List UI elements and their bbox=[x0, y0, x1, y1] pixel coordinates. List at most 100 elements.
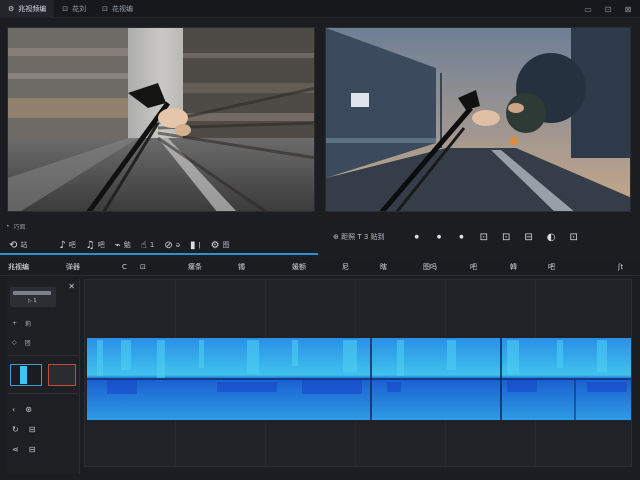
mode-tab-6-label: 镯 bbox=[238, 263, 245, 271]
output-preview-controls: ⊕ 距照 T 3 贴到 ● ● ● ⊡ ⊡ ⊟ ◐ ⊡ bbox=[322, 218, 640, 258]
mode-tab-12[interactable]: 韓 bbox=[510, 260, 517, 274]
tab-editor[interactable]: ⚙ 兆视频编 bbox=[0, 0, 55, 18]
waveform-graphic bbox=[87, 338, 631, 420]
sidebar-item-shape[interactable]: ◇ 团 bbox=[12, 338, 31, 347]
source-tool-4[interactable]: ⌁ 勉 bbox=[110, 238, 136, 252]
split-icon: ▮ bbox=[190, 239, 196, 251]
tab-editor-label: 兆视频编 bbox=[18, 4, 47, 13]
output-label-text: ⊕ 距照 T 3 贴到 bbox=[333, 233, 385, 241]
output-dot-3[interactable]: ● bbox=[454, 230, 468, 244]
sidebar-tool-2-glyph: ⊟ bbox=[28, 425, 36, 434]
audio-waveform-track[interactable] bbox=[87, 338, 631, 420]
export-icon: ⊡ bbox=[569, 231, 578, 243]
mode-tab-13-label: 吧 bbox=[548, 263, 555, 271]
output-preview[interactable] bbox=[325, 27, 631, 212]
output-label: ⊕ 距照 T 3 贴到 bbox=[328, 230, 390, 244]
close-icon[interactable]: ✕ bbox=[68, 282, 75, 291]
sidebar-item-shape-label: 团 bbox=[24, 340, 31, 347]
timeline-panel[interactable] bbox=[84, 279, 632, 468]
settings-icon: ⚙ bbox=[210, 239, 220, 251]
source-progress-bar[interactable] bbox=[0, 253, 318, 255]
source-marker-icon: • bbox=[6, 223, 10, 230]
mode-tab-13[interactable]: 吧 bbox=[548, 260, 555, 274]
sidebar-tool-1[interactable]: ‹ ⊛ bbox=[12, 405, 32, 414]
refresh-icon: ↻ bbox=[12, 425, 19, 434]
source-preview[interactable] bbox=[7, 27, 315, 212]
mode-tab-7-label: 媛额 bbox=[292, 263, 306, 271]
source-tool-8-label: 图 bbox=[222, 241, 230, 249]
collapse-icon: ⋖ bbox=[12, 445, 19, 454]
output-tool-6[interactable]: ⊟ bbox=[519, 230, 537, 244]
mode-tab-14[interactable]: ʃt bbox=[618, 260, 623, 274]
source-tool-1-label: 站 bbox=[20, 241, 28, 249]
mode-tab-14-label: ʃt bbox=[618, 263, 624, 271]
clip-marker bbox=[20, 366, 27, 384]
sidebar-tool-2[interactable]: ↻ ⊟ bbox=[12, 425, 35, 434]
source-tool-6[interactable]: ⊘ ǝ bbox=[159, 238, 185, 252]
source-tool-7[interactable]: ▮ ǀ bbox=[185, 238, 206, 252]
mode-tab-10-label: 图吗 bbox=[423, 263, 437, 271]
mode-tab-3-label: C bbox=[122, 263, 127, 271]
output-dot-1[interactable]: ● bbox=[410, 230, 424, 244]
shape-icon: ◇ bbox=[12, 339, 17, 346]
source-tool-5[interactable]: ☝ 1 bbox=[136, 238, 160, 252]
sidebar-item-add[interactable]: + 莉 bbox=[12, 319, 31, 328]
add-icon: + bbox=[12, 320, 18, 327]
tab-second-icon: ⊡ bbox=[62, 4, 69, 13]
mode-tab-2[interactable]: 弹器 bbox=[66, 260, 80, 274]
output-tool-8[interactable]: ⊡ bbox=[565, 230, 583, 244]
mask-icon: ⊘ bbox=[164, 239, 173, 251]
source-tool-5-label: 1 bbox=[149, 241, 155, 249]
restore-icon[interactable]: ⊡ bbox=[602, 3, 614, 15]
dot-icon: ● bbox=[459, 234, 464, 240]
rotate-icon: ⟲ bbox=[9, 239, 18, 251]
media-sidebar: ▷ 1 ✕ + 莉 ◇ 团 ‹ ⊛ ↻ ⊟ ⋖ ⊟ bbox=[6, 279, 80, 474]
tab-third-icon: ⊡ bbox=[102, 4, 109, 13]
mode-tab-10[interactable]: 图吗 bbox=[423, 260, 437, 274]
tab-third[interactable]: ⊡ 花视编 bbox=[94, 0, 141, 18]
source-tool-3[interactable]: ♫ 吧 bbox=[81, 238, 110, 252]
window-controls: ▭ ⊡ ⊠ bbox=[582, 3, 634, 15]
output-preview-image bbox=[326, 28, 630, 211]
music-icon: ♪ bbox=[59, 239, 66, 251]
mode-tab-3[interactable]: C bbox=[122, 260, 127, 274]
sidebar-divider bbox=[8, 393, 78, 394]
mode-tab-9[interactable]: 瞎 bbox=[380, 260, 387, 274]
output-tool-4[interactable]: ⊡ bbox=[475, 230, 493, 244]
media-card[interactable]: ▷ 1 bbox=[10, 287, 56, 307]
mode-tab-12-label: 韓 bbox=[510, 263, 517, 271]
clip-thumb-selected[interactable] bbox=[10, 364, 42, 386]
sidebar-tool-3[interactable]: ⋖ ⊟ bbox=[12, 445, 35, 454]
output-dot-2[interactable]: ● bbox=[432, 230, 446, 244]
editor-mode-bar: 兆视编 弹器 C ⊡ 瘰条 镯 媛额 尼 瞎 图吗 吧 韓 吧 ʃt bbox=[0, 258, 640, 276]
mode-tab-6[interactable]: 镯 bbox=[238, 260, 245, 274]
mode-tab-4[interactable]: ⊡ bbox=[140, 260, 146, 274]
app-icon: ⚙ bbox=[8, 4, 15, 13]
source-tool-2[interactable]: ♪ 吧 bbox=[54, 238, 80, 252]
source-tool-8[interactable]: ⚙ 图 bbox=[206, 238, 235, 252]
mode-tab-11[interactable]: 吧 bbox=[470, 260, 477, 274]
source-tool-7-label: ǀ bbox=[198, 241, 201, 249]
output-tool-5[interactable]: ⊡ bbox=[497, 230, 515, 244]
media-card-label: ▷ 1 bbox=[28, 298, 37, 304]
mode-tab-8[interactable]: 尼 bbox=[342, 260, 349, 274]
close-icon[interactable]: ⊠ bbox=[622, 3, 634, 15]
minimize-icon[interactable]: ▭ bbox=[582, 3, 594, 15]
hand-icon: ☝ bbox=[140, 239, 147, 251]
save-icon: ⊟ bbox=[524, 231, 533, 243]
tab-second-label: 花刘 bbox=[72, 4, 87, 13]
mode-tab-1-label: 兆视编 bbox=[8, 263, 29, 271]
sidebar-tool-1-glyph: ⊛ bbox=[25, 405, 32, 414]
source-tool-1[interactable]: ⟲ 站 bbox=[4, 238, 32, 252]
source-preview-image bbox=[8, 28, 314, 211]
crop-icon: ⊡ bbox=[502, 231, 511, 243]
output-tool-7[interactable]: ◐ bbox=[542, 230, 561, 244]
mode-tab-7[interactable]: 媛额 bbox=[292, 260, 306, 274]
tab-second[interactable]: ⊡ 花刘 bbox=[54, 0, 94, 18]
speed-icon: ⌁ bbox=[114, 239, 121, 251]
mode-tab-1[interactable]: 兆视编 bbox=[8, 260, 29, 274]
clip-thumb-marked[interactable] bbox=[48, 364, 76, 386]
mode-tab-5[interactable]: 瘰条 bbox=[188, 260, 202, 274]
mode-tab-4-label: ⊡ bbox=[140, 263, 146, 271]
source-preview-controls: • 巧面 ⟲ 站 ♪ 吧 ♫ 吧 ⌁ 勉 ☝ 1 ⊘ ǝ ▮ ǀ ⚙ 图 bbox=[0, 218, 318, 258]
